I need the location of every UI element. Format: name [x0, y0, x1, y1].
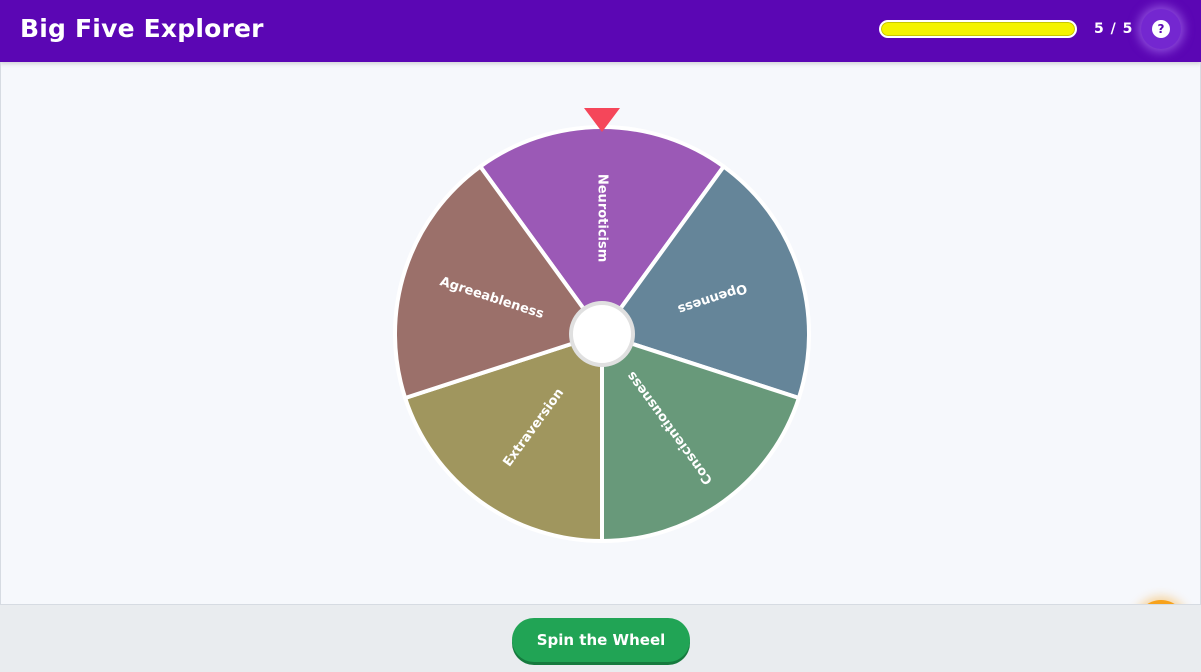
wheel-hub: [569, 301, 635, 367]
wheel-label-neuroticism: Neuroticism: [595, 174, 610, 262]
progress-count: 5 / 5: [1094, 21, 1134, 37]
footer-bar: Spin the Wheel: [0, 604, 1201, 672]
progress-bar: [879, 20, 1077, 38]
spin-wheel[interactable]: NeuroticismOpennessConscientiousnessExtr…: [1, 62, 1200, 604]
top-bar: Big Five Explorer 5 / 5 ?: [0, 0, 1201, 62]
app-title: Big Five Explorer: [20, 14, 264, 43]
progress-bar-fill: [881, 22, 1075, 36]
spin-the-wheel-button[interactable]: Spin the Wheel: [512, 618, 690, 662]
question-mark-icon: ?: [1152, 20, 1170, 38]
help-button[interactable]: ?: [1141, 9, 1181, 49]
wheel-stage: Neuroticism Openness Conscientiousness Extr…: [0, 62, 1201, 650]
